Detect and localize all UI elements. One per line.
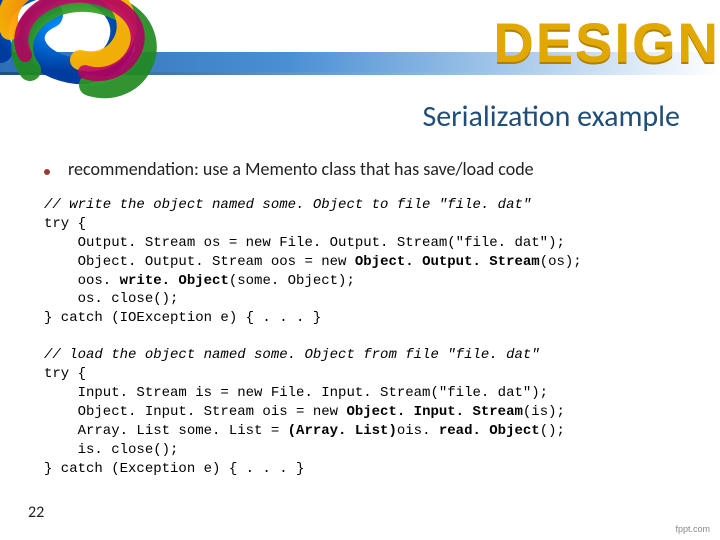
- code-line: Object. Input. Stream ois = new: [44, 404, 346, 420]
- code-line: } catch (Exception e) { . . . }: [44, 461, 304, 477]
- footer-brand: fppt.com: [675, 524, 710, 534]
- code-line: os. close();: [44, 291, 178, 307]
- decorative-swirl: [0, 0, 230, 140]
- bullet-text: recommendation: use a Memento class that…: [68, 158, 534, 180]
- bullet-marker: [44, 169, 50, 175]
- code-line: is. close();: [44, 442, 178, 458]
- code-line: Array. List some. List =: [44, 423, 288, 439]
- code-line: (some. Object);: [229, 273, 355, 289]
- code-bold: (Array. List): [288, 423, 397, 439]
- code-line: oos.: [44, 273, 120, 289]
- code-line: Output. Stream os = new File. Output. St…: [44, 235, 565, 251]
- code-line: ois.: [397, 423, 439, 439]
- slide-title: Serialization example: [422, 98, 680, 135]
- code-bold: write. Object: [120, 273, 229, 289]
- page-number: 22: [28, 503, 44, 522]
- code-line: ();: [540, 423, 565, 439]
- code-line: Object. Output. Stream oos = new: [44, 254, 355, 270]
- slide-content: recommendation: use a Memento class that…: [44, 158, 680, 496]
- code-line: (is);: [523, 404, 565, 420]
- code-line: try {: [44, 216, 86, 232]
- code-block-load: // load the object named some. Object fr…: [44, 346, 680, 478]
- code-line: Input. Stream is = new File. Input. Stre…: [44, 385, 548, 401]
- code-comment: // write the object named some. Object t…: [44, 197, 531, 213]
- header-brand-word: DESIGN: [493, 10, 720, 75]
- code-line: try {: [44, 366, 86, 382]
- code-bold: Object. Input. Stream: [346, 404, 522, 420]
- code-bold: Object. Output. Stream: [355, 254, 540, 270]
- bullet-item: recommendation: use a Memento class that…: [44, 158, 680, 180]
- code-block-write: // write the object named some. Object t…: [44, 196, 680, 328]
- code-bold: read. Object: [439, 423, 540, 439]
- code-line: } catch (IOException e) { . . . }: [44, 310, 321, 326]
- code-comment: // load the object named some. Object fr…: [44, 347, 540, 363]
- code-line: (os);: [540, 254, 582, 270]
